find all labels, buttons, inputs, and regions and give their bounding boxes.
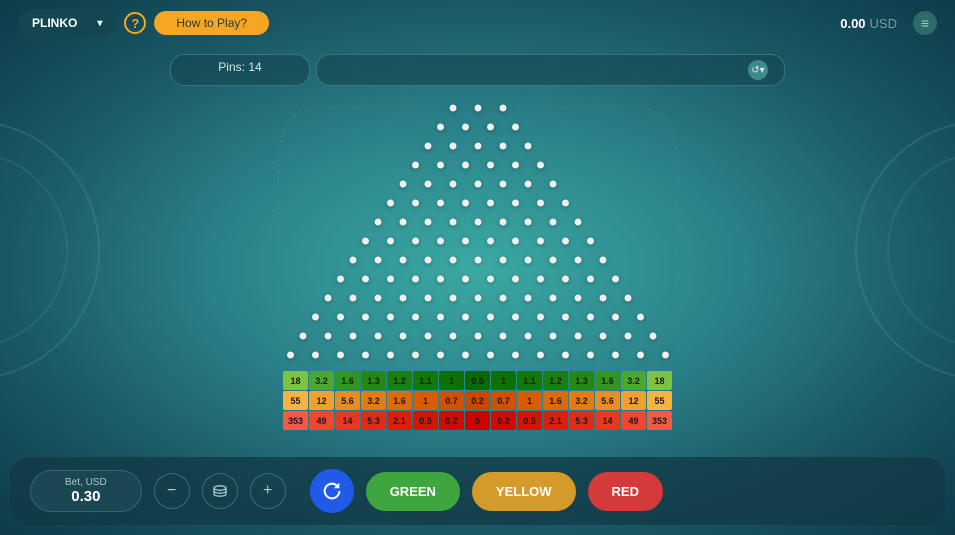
multiplier-cell-red: 5.3 (361, 411, 386, 430)
multiplier-cell-yellow: 12 (621, 391, 646, 410)
bet-decrease-button[interactable]: − (154, 473, 190, 509)
multiplier-cell-green: 1.3 (361, 371, 386, 390)
pins-value: 14 (248, 60, 261, 74)
multiplier-cell-green: 1.2 (387, 371, 412, 390)
multiplier-cell-red: 353 (647, 411, 672, 430)
multiplier-cell-green: 1.3 (569, 371, 594, 390)
multiplier-cell-green: 1.6 (595, 371, 620, 390)
multiplier-cell-green: 3.2 (621, 371, 646, 390)
multiplier-cell-green: 0.5 (465, 371, 490, 390)
multiplier-cell-yellow: 3.2 (361, 391, 386, 410)
multiplier-cell-yellow: 0.7 (491, 391, 516, 410)
multiplier-cell-yellow: 55 (283, 391, 308, 410)
multiplier-row-red: 35349145.32.10.50.200.20.52.15.31449353 (283, 411, 672, 430)
multiplier-cell-yellow: 5.6 (335, 391, 360, 410)
green-button[interactable]: GREEN (366, 472, 460, 511)
multiplier-cell-yellow: 5.6 (595, 391, 620, 410)
play-button[interactable] (310, 469, 354, 513)
multiplier-cell-green: 1 (439, 371, 464, 390)
multiplier-cell-red: 49 (621, 411, 646, 430)
multiplier-cell-yellow: 1 (517, 391, 542, 410)
multiplier-cell-red: 0.5 (517, 411, 542, 430)
multiplier-cell-red: 2.1 (387, 411, 412, 430)
pins-indicator[interactable]: Pins: 14 (170, 54, 310, 86)
multiplier-cell-green: 1 (491, 371, 516, 390)
multiplier-cell-red: 14 (595, 411, 620, 430)
multiplier-cell-red: 0.2 (439, 411, 464, 430)
multiplier-cell-red: 14 (335, 411, 360, 430)
multiplier-row-yellow: 55125.63.21.610.70.20.711.63.25.61255 (283, 391, 672, 410)
help-icon[interactable]: ? (124, 12, 146, 34)
red-button[interactable]: RED (588, 472, 663, 511)
multiplier-cell-green: 1.6 (335, 371, 360, 390)
bet-display: Bet, USD 0.30 (30, 470, 142, 512)
multiplier-cell-yellow: 1.6 (387, 391, 412, 410)
multiplier-cell-yellow: 1.6 (543, 391, 568, 410)
multiplier-cell-red: 0.2 (491, 411, 516, 430)
multiplier-cell-green: 3.2 (309, 371, 334, 390)
multiplier-cell-red: 49 (309, 411, 334, 430)
info-row: Pins: 14 ↺▾ (0, 54, 955, 86)
bet-label: Bet, USD (65, 477, 107, 488)
multiplier-cell-green: 1.1 (517, 371, 542, 390)
how-to-play-button[interactable]: How to Play? (154, 11, 269, 35)
multiplier-cell-green: 1.2 (543, 371, 568, 390)
bet-increase-button[interactable]: + (250, 473, 286, 509)
multiplier-cell-yellow: 55 (647, 391, 672, 410)
game-selector[interactable]: PLINKO ▾ (18, 10, 116, 36)
multiplier-cell-red: 0.5 (413, 411, 438, 430)
bet-value: 0.30 (65, 488, 107, 505)
menu-button[interactable]: ≡ (913, 11, 937, 35)
refresh-icon (321, 480, 343, 502)
multiplier-cell-red: 5.3 (569, 411, 594, 430)
multiplier-cell-yellow: 0.2 (465, 391, 490, 410)
multiplier-cell-yellow: 3.2 (569, 391, 594, 410)
chevron-down-icon: ▾ (97, 18, 102, 29)
yellow-button[interactable]: YELLOW (472, 472, 576, 511)
multiplier-cell-red: 2.1 (543, 411, 568, 430)
multiplier-cell-red: 0 (465, 411, 490, 430)
multiplier-cell-yellow: 0.7 (439, 391, 464, 410)
multiplier-cell-green: 18 (647, 371, 672, 390)
pegs-board (268, 94, 688, 367)
history-icon[interactable]: ↺▾ (748, 60, 768, 80)
game-name: PLINKO (32, 16, 77, 30)
game-board: 183.21.61.31.21.110.511.11.21.31.63.218 … (0, 94, 955, 430)
top-bar: PLINKO ▾ ? How to Play? 0.00 USD ≡ (0, 0, 955, 46)
balance-amount: 0.00 (840, 16, 865, 31)
multiplier-cell-yellow: 1 (413, 391, 438, 410)
bet-stack-button[interactable] (202, 473, 238, 509)
pins-label: Pins: (218, 60, 245, 74)
multiplier-cell-yellow: 12 (309, 391, 334, 410)
balance-currency: USD (870, 16, 897, 31)
history-bar: ↺▾ (316, 54, 785, 86)
multiplier-cell-green: 1.1 (413, 371, 438, 390)
bottom-bar: Bet, USD 0.30 − + GREEN YELLOW RED (10, 457, 945, 525)
multiplier-rows: 183.21.61.31.21.110.511.11.21.31.63.218 … (283, 371, 672, 430)
multiplier-cell-green: 18 (283, 371, 308, 390)
multiplier-cell-red: 353 (283, 411, 308, 430)
balance-display: 0.00 USD (840, 16, 897, 31)
multiplier-row-green: 183.21.61.31.21.110.511.11.21.31.63.218 (283, 371, 672, 390)
